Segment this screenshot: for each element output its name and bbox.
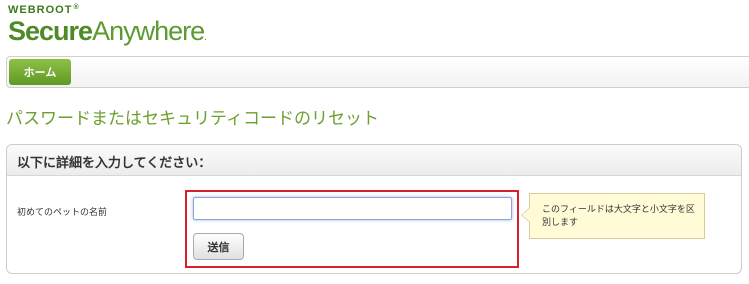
logo-product-bold: Secure bbox=[8, 16, 93, 46]
logo-product: SecureAnywhere. bbox=[8, 15, 207, 53]
reset-form-panel: 以下に詳細を入力してください： 初めてのペットの名前 送信 このフィールドは大文… bbox=[6, 144, 742, 274]
submit-button[interactable]: 送信 bbox=[193, 233, 244, 260]
logo-product-mark: . bbox=[204, 32, 207, 42]
nav-bar: ホーム bbox=[6, 56, 749, 88]
webroot-logo: WEBROOT® SecureAnywhere. bbox=[8, 4, 268, 50]
page-title: パスワードまたはセキュリティコードのリセット bbox=[6, 109, 379, 129]
pet-name-input[interactable] bbox=[193, 197, 512, 220]
form-panel-header: 以下に詳細を入力してください： bbox=[7, 145, 741, 176]
pet-name-label: 初めてのペットの名前 bbox=[17, 208, 108, 218]
case-sensitive-tooltip: このフィールドは大文字と小文字を区別します bbox=[521, 193, 705, 239]
logo-brand-mark: ® bbox=[73, 4, 80, 11]
logo-product-light: Anywhere bbox=[92, 16, 205, 46]
nav-home-tab[interactable]: ホーム bbox=[9, 59, 71, 85]
